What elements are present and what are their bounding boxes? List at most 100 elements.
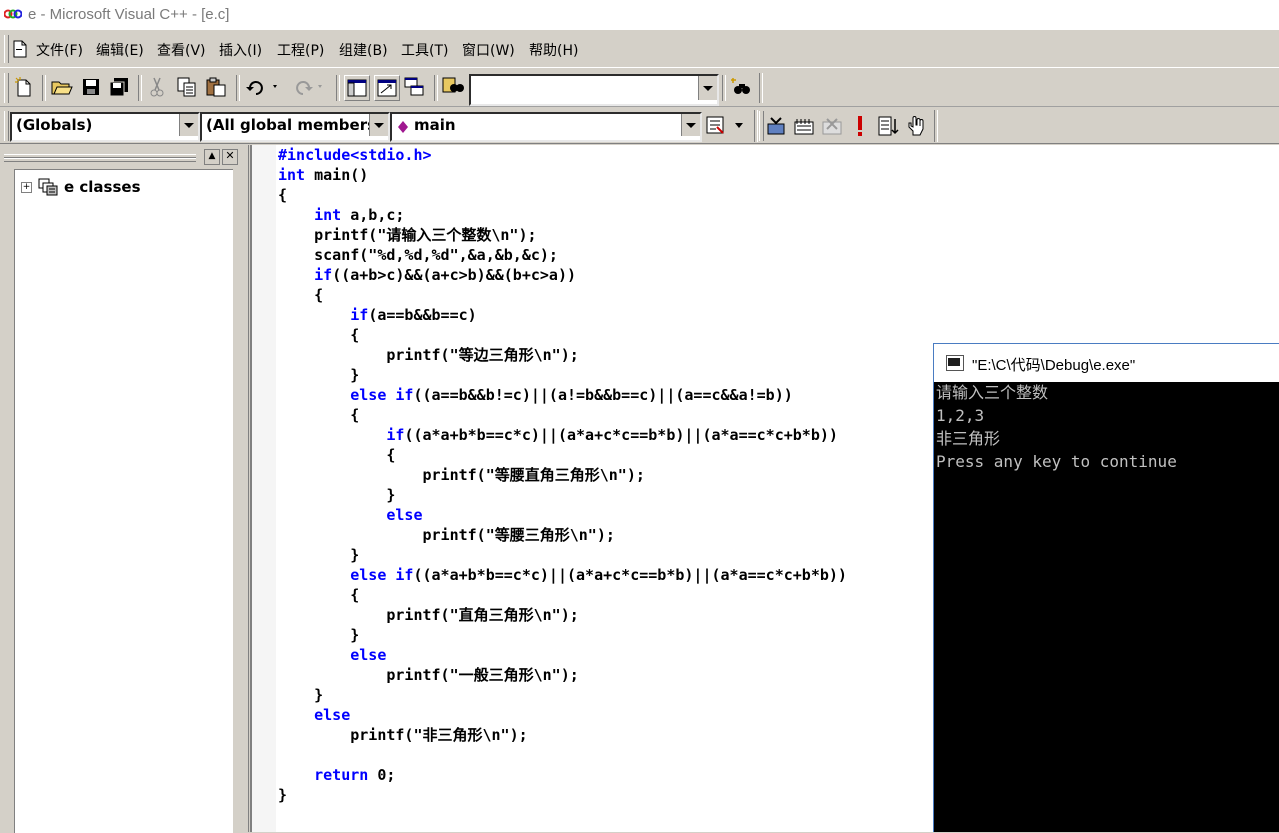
code-keyword: #include<stdio.h>: [278, 146, 432, 164]
code-keyword: else: [350, 646, 387, 664]
compile-button[interactable]: [764, 114, 788, 138]
new-file-button[interactable]: [12, 75, 36, 99]
copy-icon: [177, 77, 196, 97]
toolbar-grip[interactable]: [4, 111, 9, 141]
redo-button[interactable]: [288, 75, 328, 99]
save-button[interactable]: [79, 75, 103, 99]
toolbar-separator: [336, 75, 340, 101]
workspace-icon: [347, 79, 367, 97]
pane-grip[interactable]: [4, 158, 196, 162]
output-toggle-button[interactable]: [374, 75, 400, 101]
code-text: ((a*a+b*b==c*c)||(a*a+c*c==b*b)||(a*a==c…: [413, 566, 847, 584]
code-text: scanf("%d,%d,%d",&a,&b,&c);: [278, 246, 558, 264]
open-button[interactable]: [50, 75, 74, 99]
stop-build-button[interactable]: [820, 114, 844, 138]
paste-button[interactable]: [204, 75, 228, 99]
cut-button[interactable]: [145, 75, 169, 99]
find-in-files-button[interactable]: [441, 75, 465, 99]
class-scope-dropdown-button[interactable]: [179, 114, 198, 136]
code-line: {: [278, 185, 287, 205]
toolbar-separator: [722, 75, 726, 101]
console-line: 请输入三个整数: [936, 383, 1049, 402]
editor-gutter[interactable]: [252, 145, 276, 832]
menu-help[interactable]: 帮助(H): [529, 40, 578, 60]
console-title-bar[interactable]: "E:\C\代码\Debug\e.exe": [934, 344, 1279, 382]
code-text: printf("等腰直角三角形\n");: [278, 466, 645, 484]
tree-node-root[interactable]: + e classes: [21, 178, 141, 196]
splitter[interactable]: [244, 145, 249, 832]
class-scope-combo[interactable]: (Globals): [10, 112, 200, 142]
code-text: }: [278, 486, 396, 504]
code-line: else if((a*a+b*b==c*c)||(a*a+c*c==b*b)||…: [278, 565, 847, 585]
menu-file[interactable]: 文件(F): [36, 40, 83, 60]
tree-node-label: e classes: [64, 178, 141, 196]
toolbar-separator: [236, 75, 240, 101]
code-line: else: [278, 705, 350, 725]
code-keyword: if: [350, 306, 369, 324]
menu-project[interactable]: 工程(P): [277, 40, 324, 60]
function-dropdown-button[interactable]: [681, 114, 700, 136]
pane-close-icon[interactable]: ✕: [222, 149, 238, 165]
code-text: a,b,c;: [341, 206, 405, 224]
breakpoint-button[interactable]: [904, 114, 928, 138]
menu-view[interactable]: 查看(V): [157, 40, 206, 60]
console-app-icon: [946, 355, 964, 371]
execute-button[interactable]: [848, 114, 872, 138]
wizard-bar: (Globals) (All global members main: [0, 108, 1279, 144]
code-line: #include<stdio.h>: [278, 145, 432, 165]
toolbar-separator: [138, 75, 142, 101]
menubar-grip[interactable]: [4, 35, 9, 63]
copy-button[interactable]: [175, 75, 199, 99]
code-line: }: [278, 685, 323, 705]
toolbar-separator: [754, 110, 758, 142]
menu-edit[interactable]: 编辑(E): [96, 40, 144, 60]
go-button[interactable]: [876, 114, 900, 138]
document-menu-icon[interactable]: [12, 40, 28, 58]
class-view-tree[interactable]: + e classes: [14, 169, 233, 833]
workspace-pane-header[interactable]: ▲ ✕: [4, 149, 240, 165]
wizard-action-button[interactable]: [702, 113, 748, 137]
code-line: printf("等腰三角形\n");: [278, 525, 614, 545]
code-text: {: [278, 586, 360, 604]
code-line: }: [278, 365, 359, 385]
code-line: printf("非三角形\n");: [278, 725, 528, 745]
toolbar-grip[interactable]: [4, 73, 9, 103]
build-button[interactable]: [792, 114, 816, 138]
code-line: int a,b,c;: [278, 205, 404, 225]
menu-tools[interactable]: 工具(T): [401, 40, 448, 60]
code-keyword: return: [314, 766, 369, 784]
save-all-icon: [109, 78, 128, 97]
pane-maximize-icon[interactable]: ▲: [204, 149, 220, 165]
find-combo[interactable]: [469, 74, 719, 106]
undo-button[interactable]: [243, 75, 283, 99]
breakpoint-icon: [908, 116, 924, 136]
code-text: }: [278, 786, 288, 804]
code-keyword: int: [278, 166, 306, 184]
members-filter-dropdown-button[interactable]: [369, 114, 388, 136]
code-text: printf("非三角形\n");: [278, 726, 528, 744]
save-all-button[interactable]: [107, 75, 131, 99]
code-text: {: [278, 446, 396, 464]
code-text: {: [278, 406, 360, 424]
compile-icon: [767, 117, 785, 135]
function-combo[interactable]: main: [390, 112, 702, 142]
workspace-toggle-button[interactable]: [344, 75, 370, 101]
menu-insert[interactable]: 插入(I): [219, 40, 262, 60]
members-filter-combo[interactable]: (All global members: [200, 112, 390, 142]
toolbar-separator: [42, 75, 46, 101]
output-icon: [377, 79, 397, 97]
find-button[interactable]: [729, 75, 753, 99]
menu-window[interactable]: 窗口(W): [462, 40, 515, 60]
code-line: {: [278, 405, 359, 425]
menu-build[interactable]: 组建(B): [339, 40, 388, 60]
code-text: }: [278, 366, 360, 384]
window-list-button[interactable]: [402, 75, 426, 99]
console-window[interactable]: "E:\C\代码\Debug\e.exe" 请输入三个整数 1,2,3 非三角形…: [933, 343, 1279, 832]
expand-icon[interactable]: +: [21, 181, 32, 193]
find-combo-dropdown-button[interactable]: [698, 76, 717, 100]
code-line: }: [278, 785, 287, 805]
